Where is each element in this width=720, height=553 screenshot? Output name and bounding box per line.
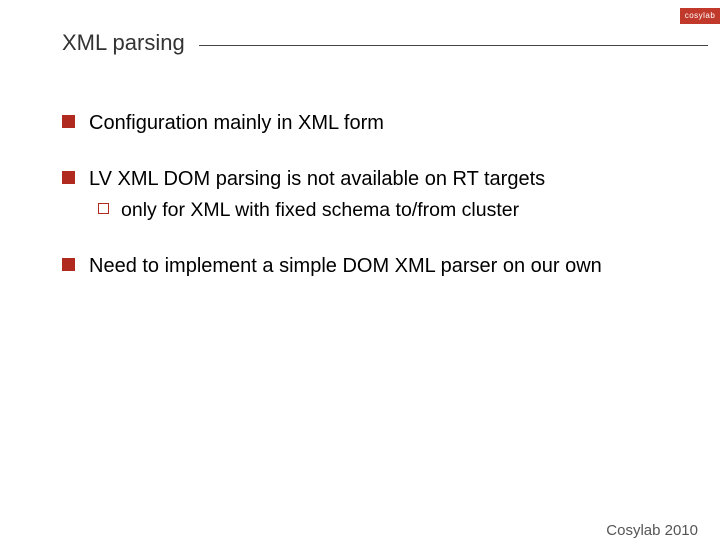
footer-text: Cosylab 2010 [606,522,698,539]
square-bullet-icon [62,258,75,271]
sub-bullet-item: only for XML with fixed schema to/from c… [98,198,650,223]
hollow-square-bullet-icon [98,203,109,214]
bullet-text: LV XML DOM parsing is not available on R… [89,166,545,192]
slide-body: Configuration mainly in XML form LV XML … [62,80,650,279]
bullet-item: Configuration mainly in XML form [62,110,650,136]
sub-bullet-text: only for XML with fixed schema to/from c… [121,198,519,223]
slide: cosylab XML parsing Configuration mainly… [0,0,720,553]
bullet-item: LV XML DOM parsing is not available on R… [62,166,650,192]
title-rule [199,45,708,46]
logo-badge: cosylab [680,8,720,24]
slide-title: XML parsing [62,30,195,56]
square-bullet-icon [62,115,75,128]
bullet-text: Configuration mainly in XML form [89,110,384,136]
bullet-text: Need to implement a simple DOM XML parse… [89,253,602,279]
slide-header: XML parsing [62,30,708,56]
bullet-item: Need to implement a simple DOM XML parse… [62,253,650,279]
square-bullet-icon [62,171,75,184]
